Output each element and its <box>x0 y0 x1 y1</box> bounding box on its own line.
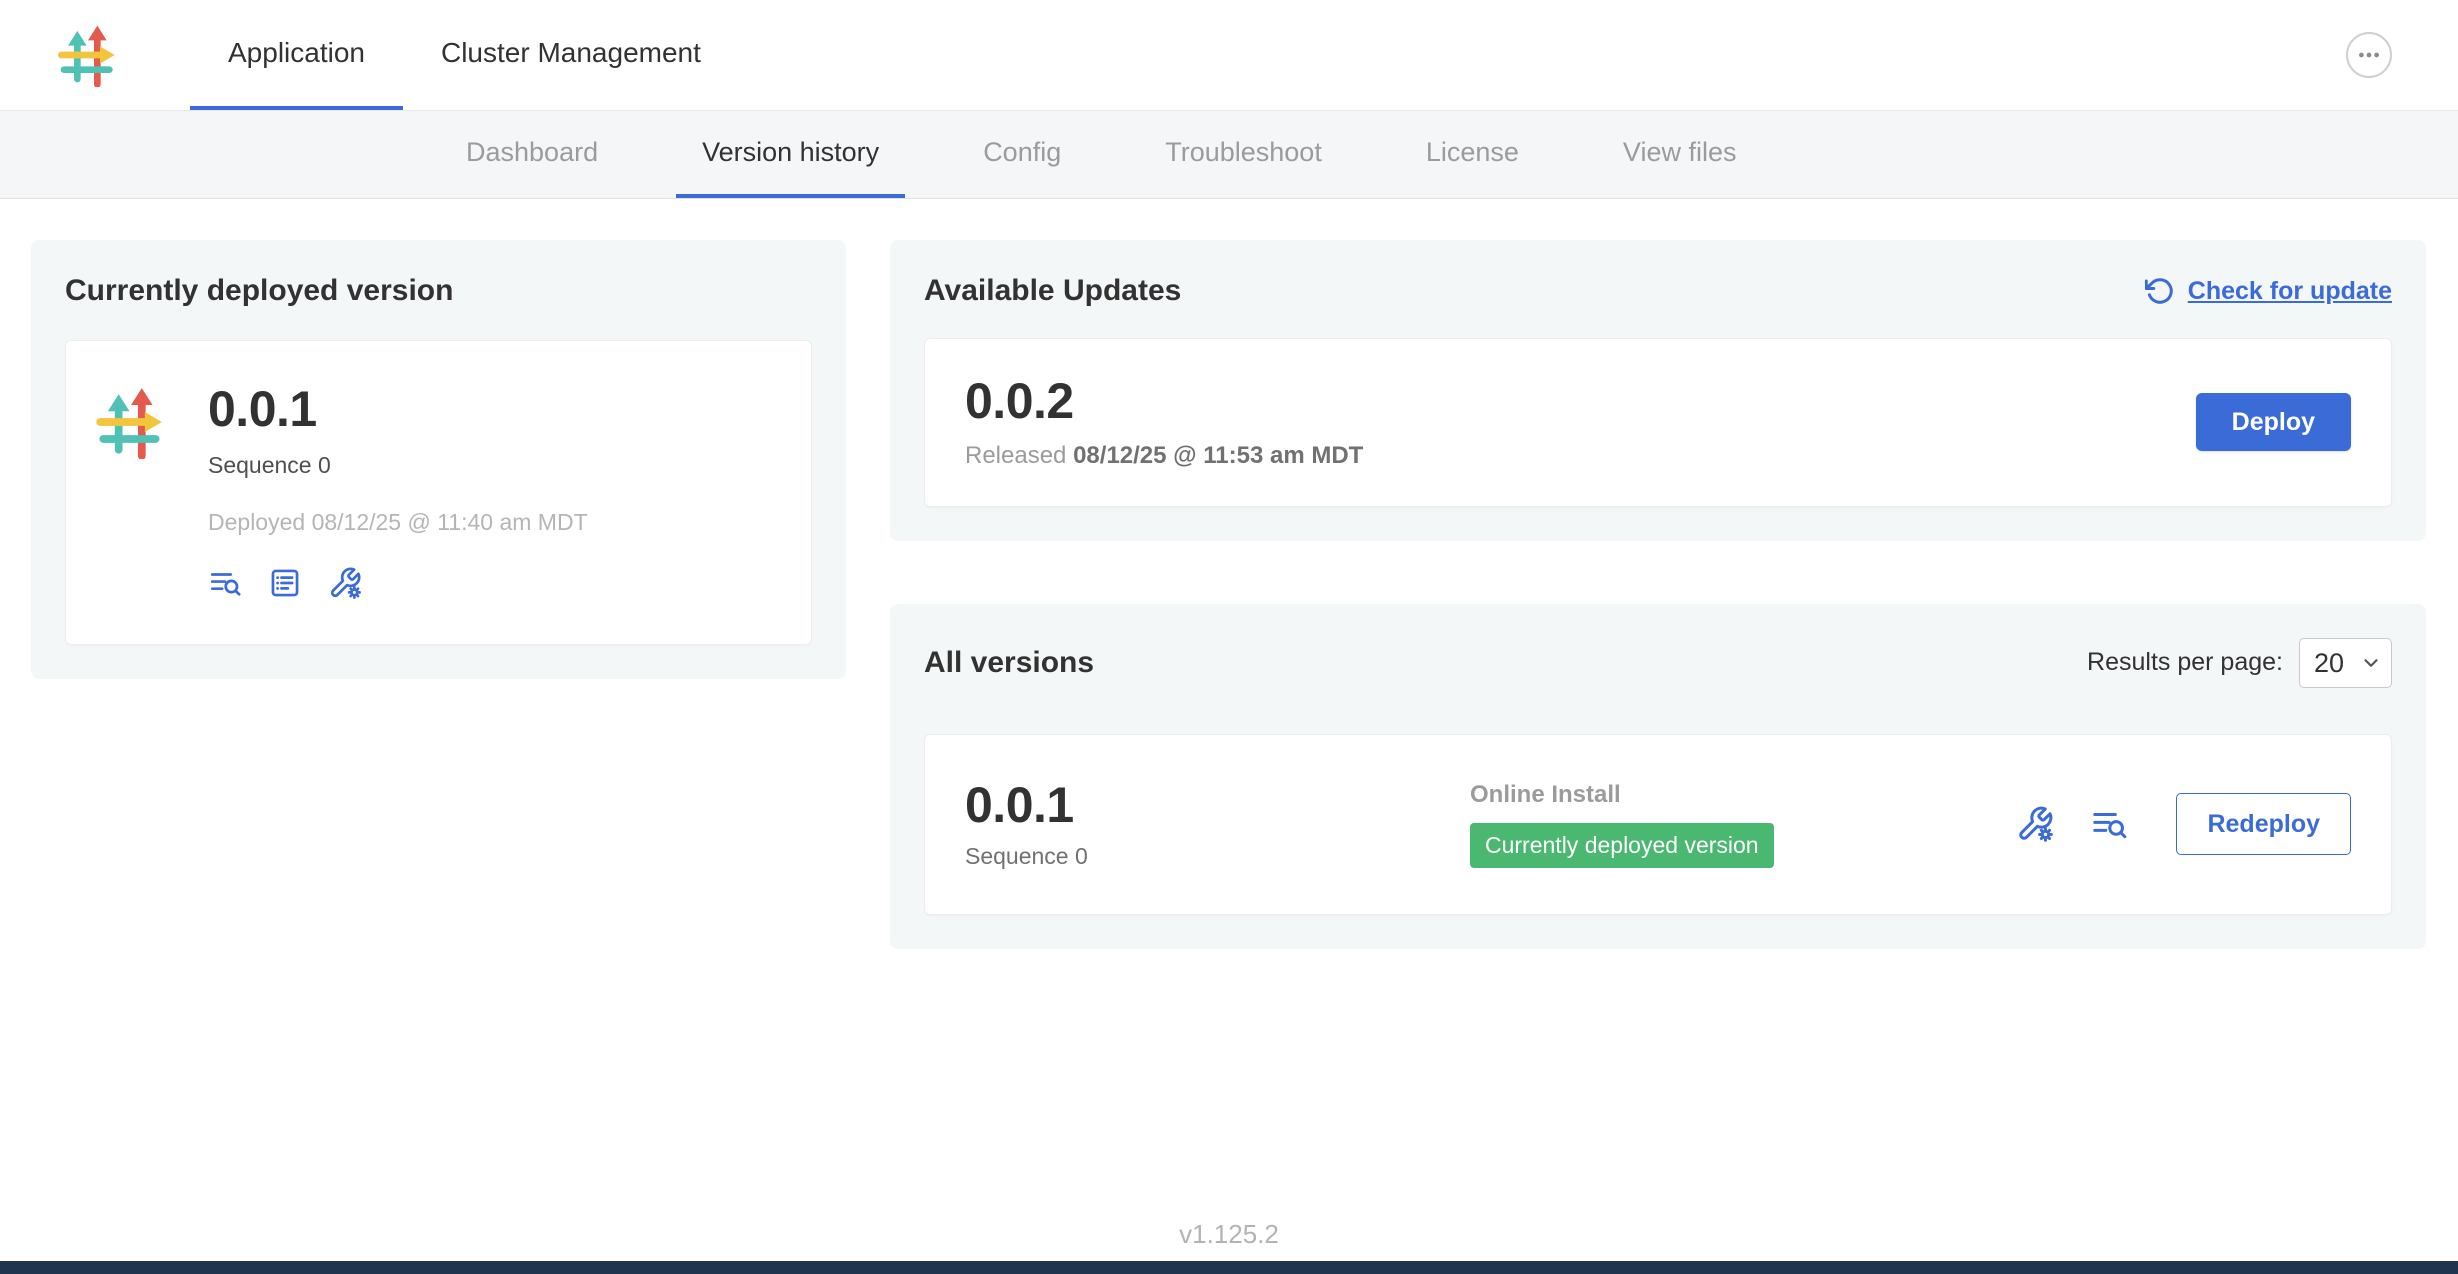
available-update-details: 0.0.2 Released 08/12/25 @ 11:53 am MDT <box>965 375 1363 470</box>
ellipsis-icon <box>2356 42 2382 68</box>
subnav-tab-label: Troubleshoot <box>1165 137 1322 168</box>
deployed-version-details: 0.0.1 Sequence 0 Deployed 08/12/25 @ 11:… <box>208 383 588 600</box>
deployed-version-number: 0.0.1 <box>208 383 588 436</box>
deployed-timestamp: Deployed 08/12/25 @ 11:40 am MDT <box>208 509 588 536</box>
released-timestamp: 08/12/25 @ 11:53 am MDT <box>1073 442 1363 469</box>
subnav-tab-license[interactable]: License <box>1400 111 1545 198</box>
wrench-gear-icon <box>2016 805 2054 843</box>
subnav-tab-label: License <box>1426 137 1519 168</box>
released-prefix: Released <box>965 442 1066 469</box>
version-row-status: Online Install Currently deployed versio… <box>1470 781 1774 868</box>
app-logo-icon <box>94 385 168 459</box>
edit-config-button[interactable] <box>2016 805 2054 843</box>
check-for-update-link[interactable]: Check for update <box>2145 276 2392 306</box>
deployed-actions <box>208 566 588 600</box>
subnav-tab-label: Version history <box>702 137 879 168</box>
deploy-button[interactable]: Deploy <box>2196 393 2351 451</box>
logs-icon <box>208 566 242 600</box>
all-versions-title: All versions <box>924 646 1094 680</box>
tab-application[interactable]: Application <box>190 0 403 110</box>
wrench-gear-icon <box>328 566 362 600</box>
version-row-details: 0.0.1 Sequence 0 <box>965 779 1470 871</box>
available-updates-card: Available Updates Check for update 0.0.2… <box>890 240 2426 541</box>
available-updates-title: Available Updates <box>924 274 1181 308</box>
app-subnav: Dashboard Version history Config Trouble… <box>0 111 2458 199</box>
right-column: Available Updates Check for update 0.0.2… <box>890 240 2426 949</box>
view-logs-button[interactable] <box>208 566 242 600</box>
currently-deployed-card: Currently deployed version 0.0.1 Sequenc… <box>31 240 846 679</box>
more-menu-button[interactable] <box>2346 32 2392 78</box>
subnav-tab-dashboard[interactable]: Dashboard <box>440 111 624 198</box>
available-update-row: 0.0.2 Released 08/12/25 @ 11:53 am MDT D… <box>924 338 2392 507</box>
release-notes-button[interactable] <box>268 566 302 600</box>
check-for-update-label: Check for update <box>2188 277 2392 306</box>
results-per-page-select-wrap: 20 <box>2299 638 2392 688</box>
main-content: Currently deployed version 0.0.1 Sequenc… <box>0 199 2458 949</box>
logs-icon <box>2090 805 2128 843</box>
install-type-label: Online Install <box>1470 781 1774 809</box>
top-bar: Application Cluster Management <box>0 0 2458 111</box>
subnav-tab-view-files[interactable]: View files <box>1597 111 1763 198</box>
redeploy-button[interactable]: Redeploy <box>2176 793 2351 855</box>
all-versions-header: All versions Results per page: 20 <box>924 638 2392 688</box>
results-per-page-label: Results per page: <box>2087 648 2283 677</box>
tab-application-label: Application <box>228 37 365 69</box>
refresh-icon <box>2145 276 2175 306</box>
row-sequence: Sequence 0 <box>965 843 1470 870</box>
checklist-icon <box>268 566 302 600</box>
console-version: v1.125.2 <box>0 1219 2458 1250</box>
deployed-card-title: Currently deployed version <box>65 274 812 308</box>
deployed-sequence: Sequence 0 <box>208 452 588 479</box>
version-row-actions: Redeploy <box>2016 793 2351 855</box>
version-row: 0.0.1 Sequence 0 Online Install Currentl… <box>924 734 2392 916</box>
results-per-page: Results per page: 20 <box>2087 638 2392 688</box>
currently-deployed-badge: Currently deployed version <box>1470 823 1774 868</box>
footer-bar <box>0 1261 2458 1274</box>
edit-config-button[interactable] <box>328 566 362 600</box>
row-version-number: 0.0.1 <box>965 779 1470 832</box>
app-logo-icon <box>56 23 120 87</box>
all-versions-card: All versions Results per page: 20 0.0.1 … <box>890 604 2426 950</box>
deployed-version-panel: 0.0.1 Sequence 0 Deployed 08/12/25 @ 11:… <box>65 340 812 645</box>
subnav-tab-label: Config <box>983 137 1061 168</box>
subnav-tab-config[interactable]: Config <box>957 111 1087 198</box>
update-released-line: Released 08/12/25 @ 11:53 am MDT <box>965 442 1363 470</box>
tab-cluster-management[interactable]: Cluster Management <box>403 0 739 110</box>
available-updates-header: Available Updates Check for update <box>924 274 2392 308</box>
view-logs-button[interactable] <box>2090 805 2128 843</box>
tab-cluster-management-label: Cluster Management <box>441 37 701 69</box>
results-per-page-select[interactable]: 20 <box>2299 638 2392 688</box>
subnav-tab-version-history[interactable]: Version history <box>676 111 905 198</box>
subnav-tab-label: Dashboard <box>466 137 598 168</box>
update-version-number: 0.0.2 <box>965 375 1363 428</box>
subnav-tab-label: View files <box>1623 137 1737 168</box>
subnav-tab-troubleshoot[interactable]: Troubleshoot <box>1139 111 1348 198</box>
